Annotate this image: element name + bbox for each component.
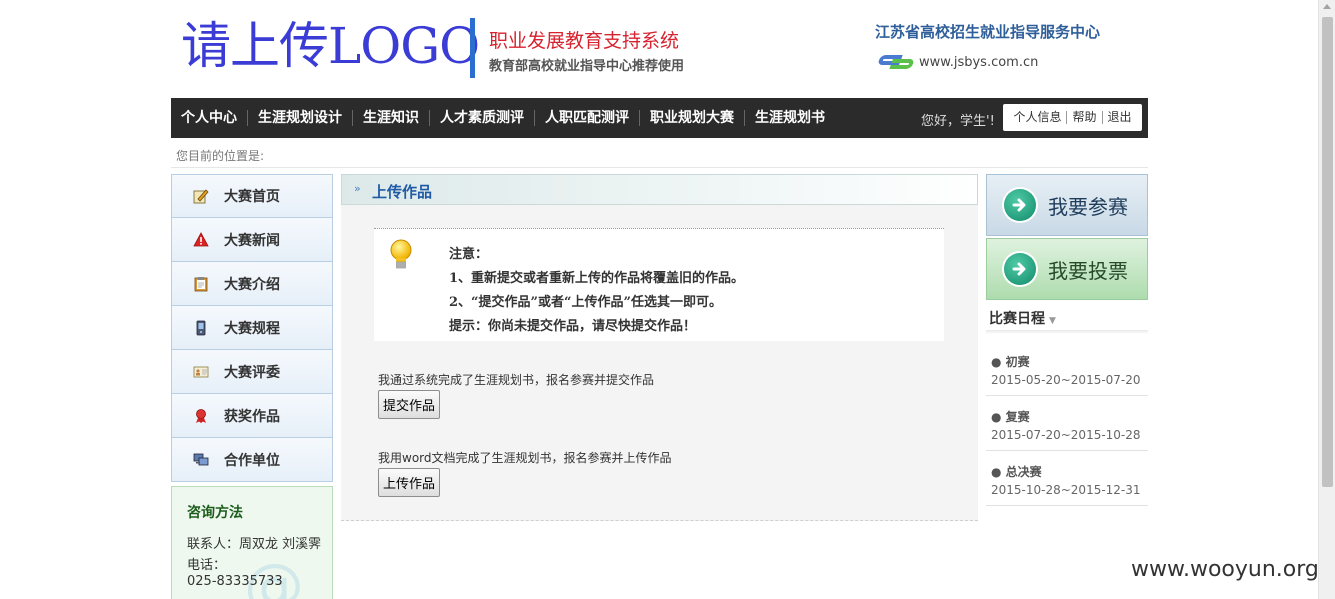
join-contest-label: 我要参赛 [1048, 194, 1128, 219]
header: 请上传LOGO 职业发展教育支持系统 教育部高校就业指导中心推荐使用 江苏省高校… [171, 0, 1148, 98]
sidebar-item-partners[interactable]: 合作单位 [171, 438, 333, 482]
contact-person: 联系人：周双龙 刘溪霁 [187, 537, 322, 552]
caret-down-icon: ▼ [1049, 316, 1056, 326]
breadcrumb: 您目前的位置是: [176, 149, 265, 163]
schedule-stage: ● 复赛 [991, 410, 1030, 424]
nav-item-career-contest[interactable]: 职业规划大赛 [639, 110, 744, 126]
nav-item-job-matching[interactable]: 人职匹配测评 [534, 110, 639, 126]
contact-tel: 025-83335733 [187, 574, 283, 589]
nav-item-career-plan-book[interactable]: 生涯规划书 [744, 110, 835, 126]
sidebar-item-contest-judges[interactable]: 大赛评委 [171, 350, 333, 394]
vertical-scrollbar[interactable] [1318, 0, 1335, 599]
site-url[interactable]: www.jsbys.com.cn [877, 52, 1038, 72]
sidebar-item-contest-news[interactable]: 大赛新闻 [171, 218, 333, 262]
sidebar-item-label: 合作单位 [224, 452, 280, 469]
warning-icon [192, 231, 210, 249]
profile-link[interactable]: 个人信息 [1008, 111, 1066, 124]
clipboard-icon [192, 275, 210, 293]
logo-divider [470, 18, 475, 78]
user-links: 个人信息 帮助 退出 [1003, 104, 1142, 131]
notice-label: 注意： [449, 247, 489, 262]
contact-title: 咨询方法 [187, 505, 243, 521]
system-title: 职业发展教育支持系统 [489, 30, 680, 52]
sidebar-item-label: 大赛首页 [224, 189, 280, 205]
notice-line-2: 2、“提交作品”或者“上传作品”任选其一即可。 [449, 295, 722, 310]
logout-link[interactable]: 退出 [1101, 111, 1137, 124]
schedule-stage: ● 初赛 [991, 355, 1030, 369]
upload-work-button[interactable]: 上传作品 [378, 468, 441, 497]
sidebar-item-label: 获奖作品 [224, 408, 280, 425]
sidebar-item-contest-intro[interactable]: 大赛介绍 [171, 262, 333, 306]
id-card-icon [192, 363, 210, 381]
site-url-text: www.jsbys.com.cn [919, 54, 1039, 70]
schedule-stage: ● 总决赛 [991, 465, 1042, 479]
scroll-thumb[interactable] [1322, 17, 1333, 487]
nav-item-personal-center[interactable]: 个人中心 [171, 110, 247, 126]
user-greeting: 您好，学生'! [921, 114, 995, 129]
center-name: 江苏省高校招生就业指导服务中心 [875, 23, 1101, 41]
scroll-up-arrow-icon[interactable] [1323, 4, 1331, 9]
schedule-item: ● 复赛 2015-07-20~2015-10-28 [986, 396, 1148, 451]
schedule-dates: 2015-07-20~2015-10-28 [991, 428, 1141, 442]
sidebar-item-contest-home[interactable]: 大赛首页 [171, 174, 333, 218]
schedule-title[interactable]: 比赛日程 ▼ [989, 308, 1056, 328]
divider [171, 167, 1148, 168]
phone-icon [192, 319, 210, 337]
panel-title: 上传作品 [372, 183, 433, 201]
lightbulb-icon [390, 239, 412, 269]
nav-item-career-planning-design[interactable]: 生涯规划设计 [247, 110, 352, 126]
notice-hint: 提示：你尚未提交作品，请尽快提交作品！ [449, 319, 697, 334]
main-nav: 个人中心 生涯规划设计 生涯知识 人才素质测评 人职匹配测评 职业规划大赛 生涯… [171, 98, 1148, 138]
help-link[interactable]: 帮助 [1066, 111, 1101, 124]
nav-item-talent-assessment[interactable]: 人才素质测评 [429, 110, 534, 126]
schedule-dates: 2015-05-20~2015-07-20 [991, 373, 1141, 387]
arrow-right-icon [1004, 189, 1036, 221]
computer-icon [192, 451, 210, 469]
schedule-item: ● 总决赛 2015-10-28~2015-12-31 [986, 451, 1148, 506]
logo-placeholder[interactable]: 请上传LOGO [181, 14, 480, 78]
medal-icon [192, 407, 210, 425]
watermark: www.wooyun.org [1129, 557, 1327, 582]
sidebar-item-award-works[interactable]: 获奖作品 [171, 394, 333, 438]
arrow-right-icon [1004, 253, 1036, 285]
sidebar-item-label: 大赛评委 [224, 364, 280, 381]
sidebar-item-label: 大赛新闻 [224, 232, 280, 249]
notice-line-1: 1、重新提交或者重新上传的作品将覆盖旧的作品。 [449, 271, 745, 286]
upload-option-text: 我用word文档完成了生涯规划书，报名参赛并上传作品 [378, 451, 672, 465]
system-subtitle: 教育部高校就业指导中心推荐使用 [489, 59, 685, 74]
upload-panel: » 上传作品 注意： 1、重新提交或者重新上传的作品将覆盖旧的作品。 2、“提交… [341, 174, 978, 521]
nav-item-career-knowledge[interactable]: 生涯知识 [352, 110, 429, 126]
schedule-title-text: 比赛日程 [989, 311, 1045, 327]
jsbys-logo-icon [877, 52, 915, 72]
double-chevron-icon: » [354, 182, 361, 195]
panel-header: » 上传作品 [341, 174, 978, 205]
edit-icon [192, 187, 210, 205]
contest-sidebar: 大赛首页 大赛新闻 大赛介绍 大赛规程 大赛评委 获奖作品 合作单位 [171, 174, 333, 482]
join-contest-button[interactable]: 我要参赛 [986, 174, 1148, 236]
sidebar-item-label: 大赛介绍 [224, 276, 280, 293]
sidebar-item-contest-rules[interactable]: 大赛规程 [171, 306, 333, 350]
notice-box: 注意： 1、重新提交或者重新上传的作品将覆盖旧的作品。 2、“提交作品”或者“上… [374, 228, 944, 341]
contact-box: @ 咨询方法 联系人：周双龙 刘溪霁 电话： 025-83335733 [171, 486, 333, 599]
divider [986, 330, 1148, 334]
schedule-dates: 2015-10-28~2015-12-31 [991, 483, 1141, 497]
contact-tel-label: 电话： [187, 558, 227, 573]
vote-label: 我要投票 [1048, 258, 1128, 283]
submit-option-text: 我通过系统完成了生涯规划书，报名参赛并提交作品 [378, 373, 655, 387]
sidebar-item-label: 大赛规程 [224, 320, 280, 337]
schedule-item: ● 初赛 2015-05-20~2015-07-20 [986, 341, 1148, 396]
vote-button[interactable]: 我要投票 [986, 238, 1148, 300]
submit-work-button[interactable]: 提交作品 [378, 390, 441, 419]
